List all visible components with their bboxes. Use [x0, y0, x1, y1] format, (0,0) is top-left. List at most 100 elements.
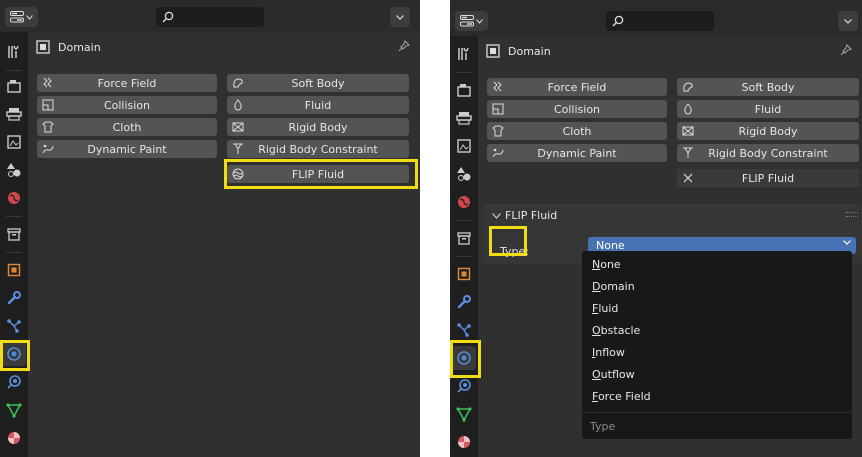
- type-label-highlight: [489, 226, 527, 256]
- object-name: Domain: [58, 40, 101, 54]
- menu-title: Type: [590, 420, 616, 433]
- search-icon: [612, 15, 624, 27]
- tab-particles[interactable]: [2, 314, 26, 338]
- tool-icon: [8, 45, 19, 58]
- tab-data[interactable]: [2, 398, 26, 422]
- menu-item-none[interactable]: None: [592, 258, 621, 271]
- flip-fluid-remove-button[interactable]: FLIP Fluid: [677, 169, 859, 187]
- scene-icon: [7, 163, 21, 177]
- tab-data[interactable]: [452, 402, 476, 426]
- drag-handle-icon[interactable]: [846, 212, 858, 217]
- physics-properties: Domain Force Field Collision Cloth Dynam…: [28, 32, 420, 457]
- tab-material[interactable]: [452, 430, 476, 454]
- rigid-body-button[interactable]: Rigid Body: [227, 118, 409, 136]
- force-field-icon: [493, 81, 502, 92]
- options-menu-button[interactable]: [838, 11, 858, 31]
- constraints-icon: [7, 375, 21, 389]
- soft-body-icon: [233, 78, 243, 88]
- wrench-icon: [457, 295, 471, 309]
- menu-item-inflow[interactable]: Inflow: [592, 346, 625, 359]
- tab-constraints[interactable]: [2, 370, 26, 394]
- dynamic-paint-button[interactable]: Dynamic Paint: [37, 140, 217, 158]
- collection-icon: [457, 232, 471, 245]
- editor-type-button[interactable]: [455, 11, 488, 31]
- object-icon: [7, 263, 21, 277]
- rigid-body-constraint-icon: [233, 143, 243, 154]
- mesh-data-icon: [6, 403, 22, 418]
- tab-modifiers[interactable]: [2, 286, 26, 310]
- output-icon: [456, 112, 472, 125]
- dynamic-paint-button[interactable]: Dynamic Paint: [487, 144, 667, 162]
- editor-header: [450, 0, 862, 32]
- force-field-button[interactable]: Force Field: [487, 78, 667, 96]
- tab-render[interactable]: [452, 78, 476, 102]
- collision-icon: [42, 99, 54, 111]
- rigid-body-constraint-button[interactable]: Rigid Body Constraint: [227, 140, 409, 158]
- tab-view-layer[interactable]: [2, 130, 26, 154]
- tab-output[interactable]: [452, 106, 476, 130]
- fluid-button[interactable]: Fluid: [677, 100, 859, 118]
- object-icon: [457, 267, 471, 281]
- tab-scene[interactable]: [452, 162, 476, 186]
- force-field-icon: [43, 77, 52, 88]
- tab-world[interactable]: [2, 186, 26, 210]
- soft-body-button[interactable]: Soft Body: [677, 78, 859, 96]
- tab-output[interactable]: [2, 102, 26, 126]
- rigid-body-button[interactable]: Rigid Body: [677, 122, 859, 140]
- flip-fluid-highlight: [224, 159, 418, 189]
- properties-tabs: [450, 36, 478, 457]
- tab-tool[interactable]: [2, 40, 26, 64]
- chevron-down-icon: [396, 14, 404, 20]
- options-menu-button[interactable]: [390, 7, 410, 27]
- render-icon: [7, 80, 21, 93]
- tab-modifiers[interactable]: [452, 290, 476, 314]
- render-icon: [457, 84, 471, 97]
- collision-button[interactable]: Collision: [487, 100, 667, 118]
- tab-render[interactable]: [2, 74, 26, 98]
- material-icon: [8, 432, 20, 444]
- rigid-body-icon: [232, 122, 244, 132]
- tab-material[interactable]: [2, 426, 26, 450]
- pin-icon[interactable]: [840, 44, 852, 56]
- editor-type-button[interactable]: [5, 7, 38, 27]
- menu-item-fluid[interactable]: Fluid: [592, 302, 618, 315]
- tab-tool[interactable]: [452, 42, 476, 66]
- tab-collection[interactable]: [2, 222, 26, 246]
- tab-object[interactable]: [452, 262, 476, 286]
- soft-body-icon: [683, 82, 693, 92]
- tab-collection[interactable]: [452, 226, 476, 250]
- tab-view-layer[interactable]: [452, 134, 476, 158]
- search-icon: [162, 11, 174, 23]
- particles-icon: [457, 323, 471, 337]
- tab-scene[interactable]: [2, 158, 26, 182]
- properties-tabs: [0, 32, 28, 457]
- menu-item-outflow[interactable]: Outflow: [592, 368, 635, 381]
- fluid-button[interactable]: Fluid: [227, 96, 409, 114]
- menu-item-domain[interactable]: Domain: [592, 280, 635, 293]
- cloth-button[interactable]: Cloth: [37, 118, 217, 136]
- physics-tab-highlight: [0, 340, 30, 371]
- search-input[interactable]: [156, 7, 264, 27]
- tab-particles[interactable]: [452, 318, 476, 342]
- menu-item-force-field[interactable]: Force Field: [592, 390, 651, 403]
- flip-fluid-panel-header[interactable]: FLIP Fluid: [492, 209, 557, 222]
- object-icon: [36, 40, 50, 54]
- cloth-button[interactable]: Cloth: [487, 122, 667, 140]
- tab-world[interactable]: [452, 190, 476, 214]
- search-input[interactable]: [606, 11, 714, 31]
- object-name: Domain: [508, 44, 551, 58]
- pin-icon[interactable]: [398, 40, 410, 52]
- soft-body-button[interactable]: Soft Body: [227, 74, 409, 92]
- collision-button[interactable]: Collision: [37, 96, 217, 114]
- menu-item-obstacle[interactable]: Obstacle: [592, 324, 640, 337]
- view-layer-icon: [457, 139, 471, 153]
- tab-object[interactable]: [2, 258, 26, 282]
- type-dropdown-menu: None Domain Fluid Obstacle Inflow Outflo…: [582, 251, 852, 439]
- rigid-body-constraint-button[interactable]: Rigid Body Constraint: [677, 144, 859, 162]
- force-field-button[interactable]: Force Field: [37, 74, 217, 92]
- tool-icon: [458, 47, 469, 60]
- dynamic-paint-icon: [42, 144, 54, 154]
- world-icon: [8, 192, 20, 204]
- collection-icon: [7, 228, 21, 241]
- cloth-icon: [42, 121, 54, 133]
